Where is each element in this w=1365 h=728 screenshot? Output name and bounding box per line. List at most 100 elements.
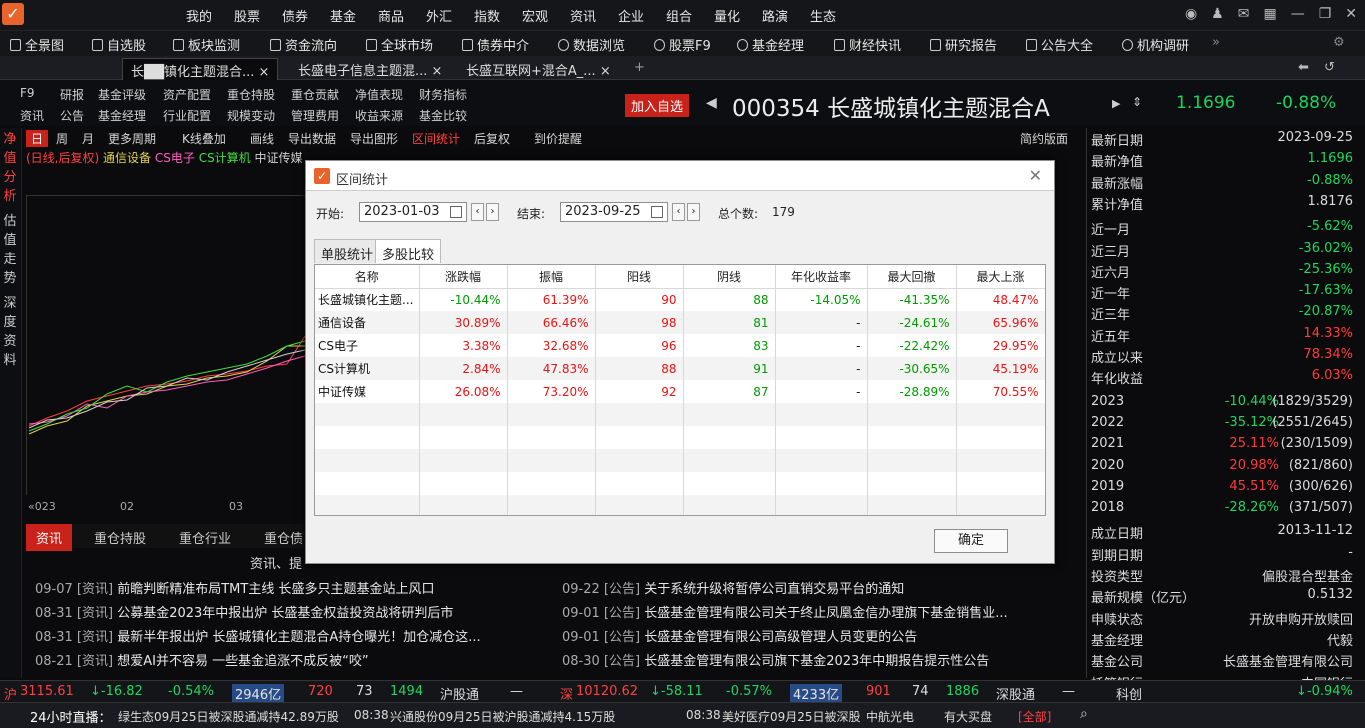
table-row[interactable]: CS计算机 2.84% 47.83% 88 91- -30.65% 45.19% (315, 357, 1045, 380)
news-item[interactable]: 08-31 [资讯] 公募基金2023年中报出炉 长盛基金权益投资战将研判后市 (35, 602, 453, 621)
close-icon[interactable]: ✕ (1345, 6, 1357, 22)
nav-fees[interactable]: 管理费用 (291, 107, 339, 124)
nav-financial[interactable]: 财务指标 (419, 86, 467, 103)
toolbar-item-panorama[interactable]: 全景图 (10, 35, 64, 54)
start-date-picker[interactable]: 2023-01-03 (359, 202, 467, 222)
news-item[interactable]: 08-31 [资讯] 最新半年报出炉 长盛城镇化主题混合A持仓曝光！加仓减仓这.… (35, 626, 481, 645)
end-date-picker[interactable]: 2023-09-25 (560, 202, 668, 222)
menu-item[interactable]: 宏观 (522, 6, 570, 25)
menu-item[interactable]: 我的 (186, 6, 234, 25)
tab-fund-2[interactable]: 长盛电子信息主题混... × (290, 58, 450, 80)
table-row[interactable]: 长盛城镇化主题... -10.44% 61.39% 90 88 -14.05% -41.35… (315, 288, 1045, 311)
price-alert[interactable]: 到价提醒 (534, 130, 582, 147)
end-next-button[interactable]: › (687, 203, 700, 221)
search-icon[interactable]: ⌕ (1080, 706, 1088, 722)
sz-connect[interactable]: 深股通 (996, 684, 1035, 703)
vtab-nav-analysis[interactable]: 净值分析 (0, 130, 20, 206)
refresh-icon[interactable]: ↺ (1316, 58, 1343, 80)
toolbar-item-capital-flow[interactable]: 资金流向 (270, 35, 337, 54)
export-data[interactable]: 导出数据 (288, 130, 336, 147)
tab-fund-3[interactable]: 长盛互联网+混合A_... × (458, 58, 619, 80)
notice-item[interactable]: 09-01 [公告] 长盛基金管理有限公司高级管理人员变更的公告 (562, 626, 917, 645)
menu-item[interactable]: 组合 (666, 6, 714, 25)
back-arrow-icon[interactable]: ⬅ (1290, 58, 1317, 80)
lower-tab-industry[interactable]: 重仓行业 (179, 528, 231, 547)
interval-stats[interactable]: 区间统计 (412, 130, 460, 147)
more-periods[interactable]: 更多周期 (108, 130, 156, 147)
kline-overlay[interactable]: K线叠加 (182, 130, 226, 147)
toolbar-item-global-market[interactable]: 全球市场 (366, 35, 433, 54)
chat-icon[interactable]: ◉ (1185, 6, 1197, 22)
ticker-item[interactable]: 绿生态09月25日被深股通减持42.89万股 (118, 708, 339, 725)
prev-arrow-icon[interactable]: ◀ (706, 95, 717, 111)
column-header[interactable]: 阴线 (683, 265, 776, 289)
table-row[interactable]: 通信设备 30.89% 66.46% 98 81- -24.61% 65.96% (315, 311, 1045, 334)
start-next-button[interactable]: › (486, 203, 499, 221)
menu-item[interactable]: 债券 (282, 6, 330, 25)
start-prev-button[interactable]: ‹ (471, 203, 484, 221)
menu-item[interactable]: 指数 (474, 6, 522, 25)
notice-item[interactable]: 08-30 [公告] 长盛基金管理有限公司旗下基金2023年中期报告提示性公告 (562, 650, 989, 669)
notice-item[interactable]: 09-22 [公告] 关于系统升级将暂停公司直销交易平台的通知 (562, 578, 904, 597)
sh-connect[interactable]: 沪股通 (440, 684, 479, 703)
grid-icon[interactable]: ▦ (1263, 6, 1276, 22)
table-row[interactable]: CS电子 3.38% 32.68% 96 83- -22.42% 29.95% (315, 334, 1045, 357)
period-week[interactable]: 周 (56, 130, 68, 147)
scroll-updown-icon[interactable]: ⇕ (1132, 95, 1142, 109)
toolbar-item-inst-research[interactable]: 机构调研 (1122, 35, 1189, 54)
nav-compare[interactable]: 基金比较 (419, 107, 467, 124)
menu-item[interactable]: 资讯 (570, 6, 618, 25)
menu-item[interactable]: 基金 (330, 6, 378, 25)
menu-item[interactable]: 商品 (378, 6, 426, 25)
export-graphic[interactable]: 导出图形 (350, 130, 398, 147)
draw-line[interactable]: 画线 (250, 130, 274, 147)
menu-item[interactable]: 企业 (618, 6, 666, 25)
tab-fund-1[interactable]: 长██镇化主题混合... × (122, 58, 279, 80)
nav-scale[interactable]: 规模变动 (227, 107, 275, 124)
more-chevron-icon[interactable]: » (1212, 35, 1220, 50)
new-tab-icon[interactable]: + (626, 58, 653, 80)
maximize-icon[interactable]: ❐ (1319, 6, 1332, 22)
period-day[interactable]: 日 (26, 130, 49, 147)
toolbar-item-fund-manager[interactable]: 基金经理 (737, 35, 804, 54)
nav-research[interactable]: 研报 (60, 86, 84, 103)
toolbar-item-flash-news[interactable]: 财经快讯 (834, 35, 901, 54)
nav-industry[interactable]: 行业配置 (163, 107, 211, 124)
toolbar-item-watchlist[interactable]: 自选股 (92, 35, 146, 54)
menu-item[interactable]: 外汇 (426, 6, 474, 25)
menu-item[interactable]: 生态 (810, 6, 858, 25)
nav-f9[interactable]: F9 (20, 86, 35, 100)
settings-gear-icon[interactable]: ⚙ (1333, 35, 1345, 50)
column-header[interactable]: 涨跌幅 (419, 265, 508, 289)
nav-chart-area[interactable] (26, 195, 306, 495)
ticker-item[interactable]: 美好医疗09月25日被深股 (722, 708, 861, 725)
rights-adjust[interactable]: 后复权 (474, 130, 510, 147)
notice-item[interactable]: 09-01 [公告] 长盛基金管理有限公司关于终止凤凰金信办理旗下基金销售业..… (562, 602, 1008, 621)
toolbar-item-stock-f9[interactable]: 股票F9 (654, 35, 711, 54)
tab-multi-compare[interactable]: 多股比较 (375, 239, 442, 263)
column-header[interactable]: 名称 (315, 265, 420, 289)
next-arrow-icon[interactable]: ▶ (1112, 97, 1120, 110)
vtab-valuation[interactable]: 估值走势 (0, 212, 20, 288)
calendar-icon[interactable] (450, 206, 462, 218)
nav-holdings[interactable]: 重仓持股 (227, 86, 275, 103)
table-row[interactable]: 中证传媒 26.08% 73.20% 92 87- -28.89% 70.55% (315, 380, 1045, 403)
tab-close-icon[interactable]: × (600, 64, 611, 79)
dialog-close-icon[interactable]: ✕ (1029, 166, 1042, 185)
column-header[interactable]: 年化收益率 (775, 265, 868, 289)
nav-asset-alloc[interactable]: 资产配置 (163, 86, 211, 103)
menu-item[interactable]: 股票 (234, 6, 282, 25)
ticker-item[interactable]: 兴通股份09月25日被沪股通减持4.15万股 (390, 708, 615, 725)
user-icon[interactable]: ♟ (1211, 6, 1224, 22)
tab-close-icon[interactable]: × (432, 64, 443, 79)
lower-tab-holdings[interactable]: 重仓持股 (94, 528, 146, 547)
minimize-icon[interactable]: — (1291, 6, 1305, 22)
end-prev-button[interactable]: ‹ (672, 203, 685, 221)
lower-tab-news[interactable]: 资讯 (26, 524, 73, 551)
add-to-watchlist-button[interactable]: 加入自选 (625, 94, 690, 117)
ok-button[interactable]: 确定 (934, 529, 1008, 553)
column-header[interactable]: 阳线 (595, 265, 684, 289)
toolbar-item-research[interactable]: 研究报告 (930, 35, 997, 54)
news-item[interactable]: 08-21 [资讯] 想爱AI并不容易 一些基金追涨不成反被“咬” (35, 650, 369, 669)
column-header[interactable]: 最大上涨 (956, 265, 1045, 289)
